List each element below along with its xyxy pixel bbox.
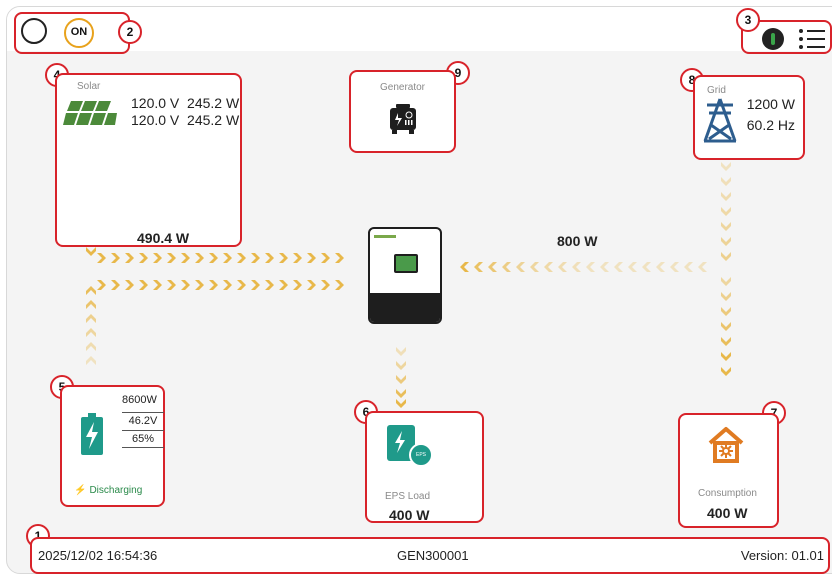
transmission-tower-icon	[703, 98, 737, 143]
battery-voltage: 46.2V	[122, 412, 164, 427]
discharge-bolt-icon: ⚡	[74, 485, 87, 496]
battery-power: 8600W	[122, 394, 157, 406]
eps-power: 400 W	[389, 507, 430, 523]
consumption-power: 400 W	[707, 505, 748, 521]
footer-datetime: 2025/12/02 16:54:36	[38, 548, 158, 563]
consumption-caption: Consumption	[698, 488, 757, 499]
eps-caption: EPS Load	[385, 491, 431, 502]
grid-card[interactable]: Grid 1200 W 60.2 Hz	[693, 75, 805, 160]
battery-card[interactable]: 8600W 46.2V 65% ⚡ Discharging	[60, 385, 165, 507]
eps-badge: EPS	[409, 443, 433, 467]
generator-icon	[390, 104, 416, 134]
inverter-icon[interactable]	[368, 227, 442, 324]
grid-power: 1200 W	[746, 96, 795, 112]
generator-caption: Generator	[379, 82, 426, 93]
solar-caption: Solar	[77, 81, 101, 92]
footer-serial: GEN300001	[397, 548, 469, 563]
battery-status-label: Discharging	[89, 485, 143, 496]
eps-icon: EPS	[387, 425, 433, 467]
solar-string-2: 120.0 V 245.2 W	[131, 112, 240, 128]
solar-card[interactable]: Solar 120.0 V 245.2 W 120.0 V 245.2 W 49…	[55, 73, 242, 247]
status-footer: 2025/12/02 16:54:36 GEN300001 Version: 0…	[30, 537, 830, 574]
home-consumption-icon	[708, 427, 744, 463]
solar-panel-icon	[63, 101, 117, 125]
footer-version: Version: 01.01	[740, 548, 824, 563]
generator-card[interactable]: Generator	[349, 70, 456, 153]
consumption-card[interactable]: Consumption 400 W	[678, 413, 779, 528]
grid-frequency: 60.2 Hz	[746, 117, 795, 133]
grid-caption: Grid	[707, 85, 726, 96]
solar-string-1: 120.0 V 245.2 W	[131, 95, 240, 111]
inverter-display	[394, 254, 418, 273]
battery-status: ⚡ Discharging	[74, 485, 142, 496]
solar-total-power: 490.4 W	[137, 230, 190, 246]
battery-soc: 65%	[122, 430, 164, 448]
inverter-base	[370, 293, 440, 322]
eps-load-card[interactable]: EPS EPS Load 400 W	[365, 411, 484, 523]
grid-flow-power: 800 W	[557, 233, 598, 249]
battery-icon	[81, 413, 103, 455]
